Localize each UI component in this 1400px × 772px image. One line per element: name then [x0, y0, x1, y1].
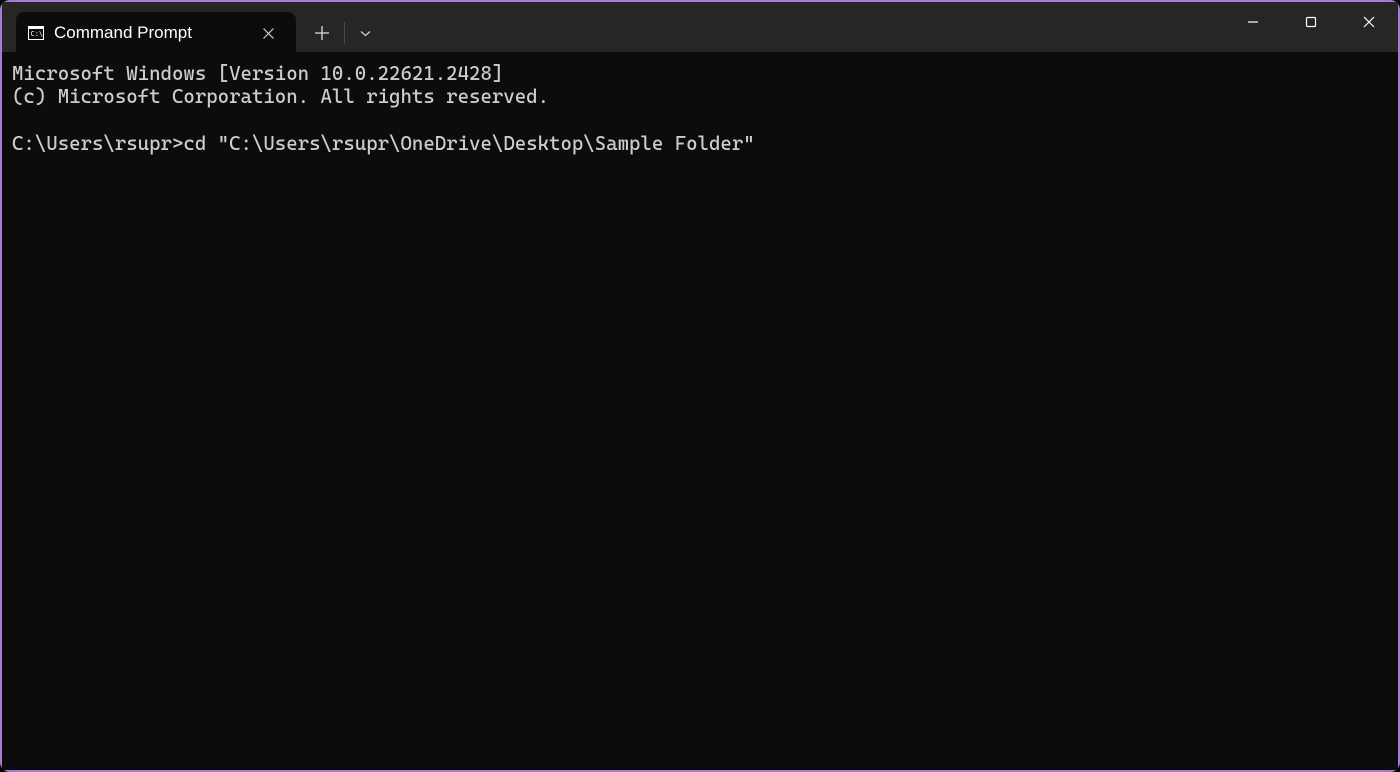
terminal-icon: C:\	[28, 25, 44, 41]
maximize-button[interactable]	[1282, 2, 1340, 42]
terminal-output[interactable]: Microsoft Windows [Version 10.0.22621.24…	[2, 52, 1398, 770]
terminal-command: cd "C:\Users\rsupr\OneDrive\Desktop\Samp…	[183, 132, 754, 155]
tab-command-prompt[interactable]: C:\ Command Prompt	[16, 12, 296, 54]
close-window-button[interactable]	[1340, 2, 1398, 42]
window-controls	[1224, 2, 1398, 42]
new-tab-button[interactable]	[304, 15, 340, 51]
terminal-line-version: Microsoft Windows [Version 10.0.22621.24…	[12, 62, 503, 85]
minimize-button[interactable]	[1224, 2, 1282, 42]
tab-title: Command Prompt	[54, 23, 246, 43]
tab-divider	[344, 22, 345, 44]
tab-close-button[interactable]	[256, 21, 280, 45]
titlebar: C:\ Command Prompt	[2, 2, 1398, 52]
terminal-prompt: C:\Users\rsupr>	[12, 132, 183, 155]
svg-text:C:\: C:\	[31, 30, 44, 38]
terminal-prompt-line: C:\Users\rsupr>cd "C:\Users\rsupr\OneDri…	[12, 132, 755, 155]
tab-dropdown-button[interactable]	[349, 15, 381, 51]
tab-actions	[296, 12, 381, 54]
terminal-line-copyright: (c) Microsoft Corporation. All rights re…	[12, 85, 549, 108]
